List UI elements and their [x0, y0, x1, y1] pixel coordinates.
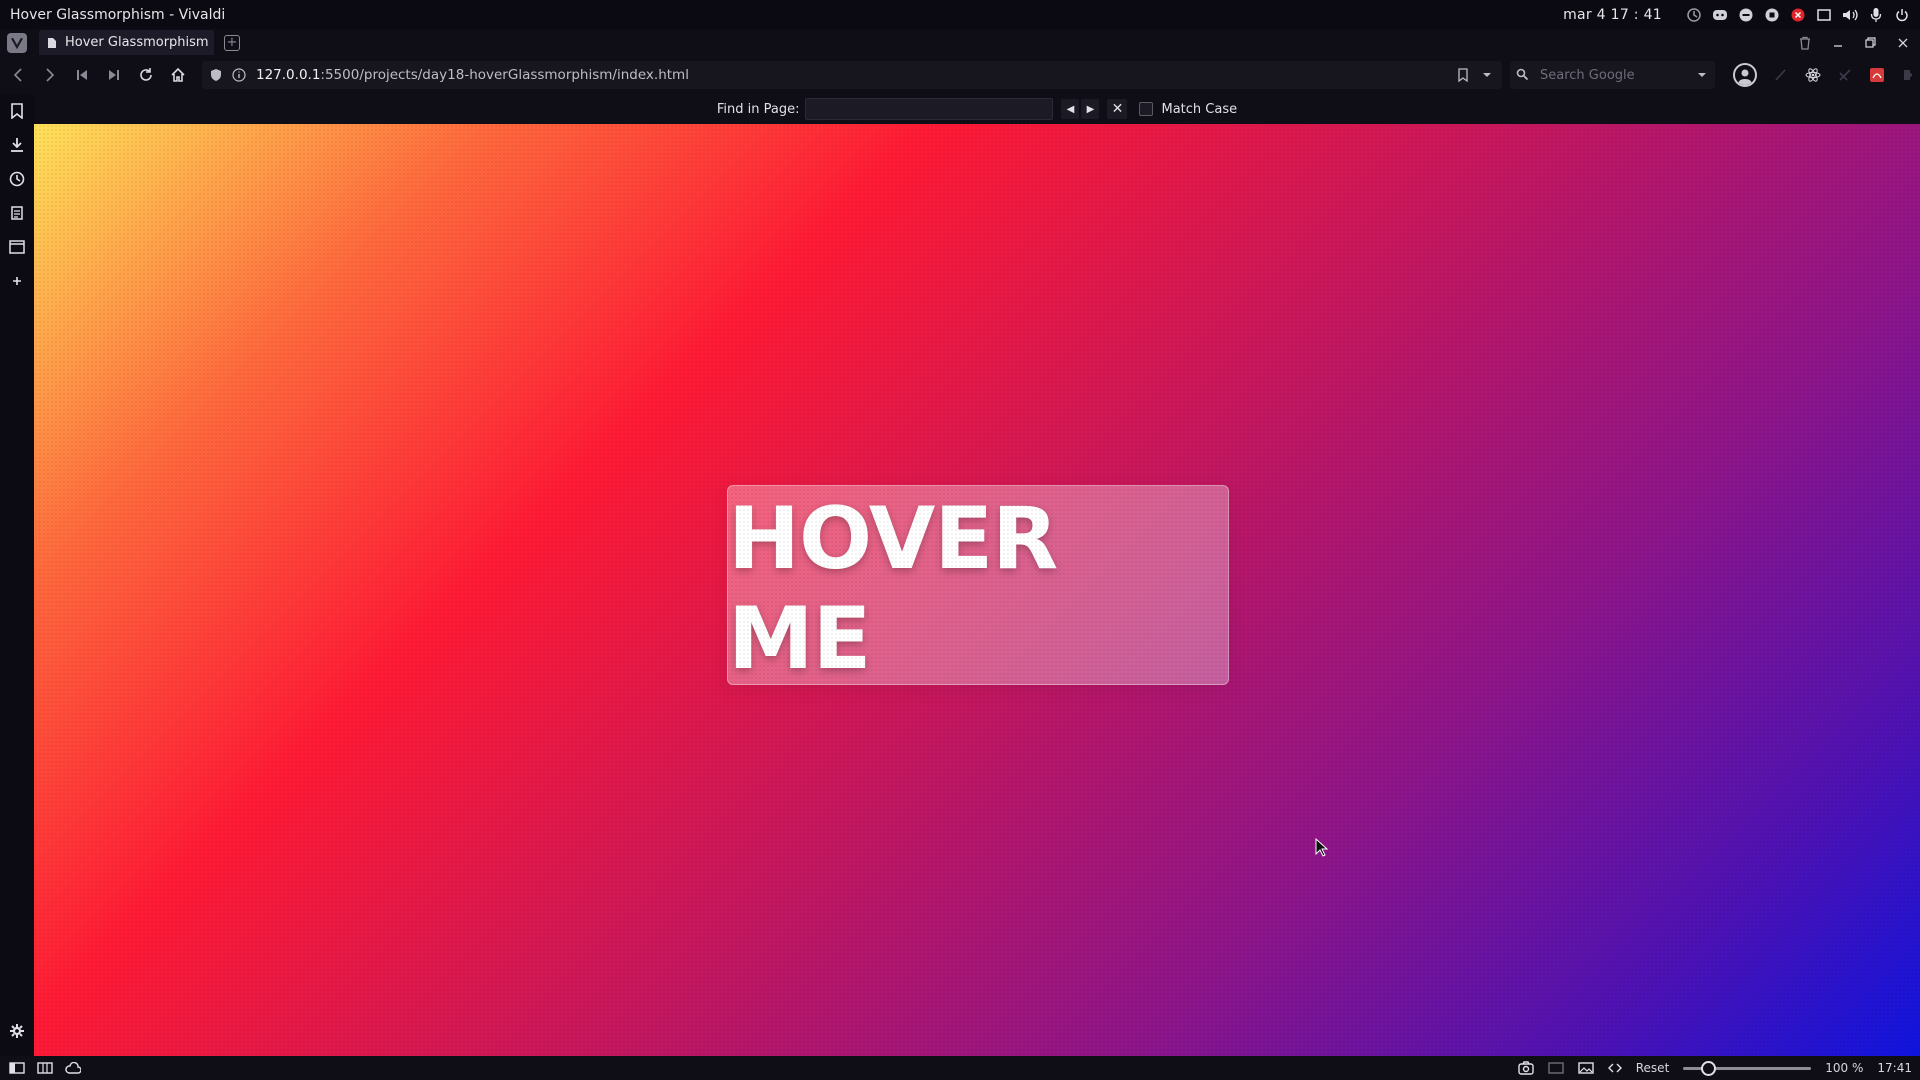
find-input[interactable] — [805, 98, 1054, 120]
tab-bar: Hover Glassmorphism + — [0, 29, 1920, 56]
os-top-bar: Hover Glassmorphism - Vivaldi mar 4 17 :… — [0, 0, 1920, 29]
zoom-slider[interactable] — [1683, 1060, 1812, 1076]
find-next-button[interactable]: ▶ — [1081, 99, 1100, 119]
search-input[interactable]: Search Google — [1540, 68, 1689, 83]
shield-icon[interactable] — [210, 68, 222, 82]
notes-icon[interactable] — [0, 196, 34, 230]
url-field[interactable]: 127.0.0.1:5500/projects/day18-hoverGlass… — [202, 61, 1502, 89]
zoom-reset-button[interactable]: Reset — [1636, 1061, 1670, 1075]
restore-icon[interactable] — [1865, 37, 1876, 48]
url-text[interactable]: 127.0.0.1:5500/projects/day18-hoverGlass… — [256, 67, 689, 83]
match-case-label[interactable]: Match Case — [1161, 102, 1237, 117]
toggle-panel-icon[interactable] — [9, 1062, 25, 1074]
chevron-down-icon[interactable] — [1482, 72, 1492, 78]
browser-window: Hover Glassmorphism - Vivaldi mar 4 17 :… — [0, 0, 1920, 1080]
status-clock: 17:41 — [1877, 1061, 1912, 1075]
window-panel-icon[interactable] — [0, 230, 34, 264]
url-path: :5500/projects/day18-hoverGlassmorphism/… — [320, 67, 689, 83]
react-devtools-icon[interactable] — [1805, 67, 1821, 83]
add-panel-icon[interactable] — [0, 264, 34, 298]
power-icon[interactable] — [1894, 7, 1910, 23]
mouse-cursor-icon — [1315, 838, 1329, 858]
tools-icon[interactable] — [1837, 67, 1853, 83]
hover-me-button[interactable]: HOVER ME — [727, 485, 1229, 689]
search-dropdown-icon[interactable] — [1697, 72, 1707, 78]
trash-icon[interactable] — [1799, 36, 1811, 50]
window-title: Hover Glassmorphism - Vivaldi — [10, 6, 226, 23]
page-actions-icon[interactable] — [1607, 1063, 1622, 1073]
rewind-button[interactable] — [68, 61, 96, 89]
close-icon[interactable] — [1898, 38, 1908, 48]
search-field[interactable]: Search Google — [1510, 61, 1715, 89]
find-in-page-bar: Find in Page: ◀ ▶ ✕ Match Case — [34, 94, 1920, 124]
find-label: Find in Page: — [716, 101, 800, 117]
new-tab-icon[interactable]: + — [224, 34, 240, 51]
volume-icon[interactable] — [1842, 7, 1858, 23]
status-bar: Reset 100 % 17:41 — [0, 1056, 1920, 1080]
pdf-extension-icon[interactable] — [1869, 67, 1885, 83]
zoom-slider-handle[interactable] — [1701, 1060, 1717, 1076]
discord-icon[interactable] — [1712, 7, 1728, 23]
find-close-button[interactable]: ✕ — [1107, 99, 1128, 119]
extensions-menu-icon[interactable] — [1901, 67, 1917, 83]
page-icon — [48, 37, 56, 48]
site-info-icon[interactable] — [232, 68, 246, 82]
extension-icon[interactable] — [1773, 67, 1789, 83]
downloads-icon[interactable] — [0, 128, 34, 162]
minimize-icon[interactable] — [1833, 38, 1843, 48]
minimize-circle-icon[interactable] — [1738, 7, 1754, 23]
search-engine-icon[interactable] — [1516, 68, 1532, 82]
find-previous-button[interactable]: ◀ — [1061, 99, 1080, 119]
images-toggle-icon[interactable] — [1578, 1062, 1594, 1074]
home-button[interactable] — [164, 61, 192, 89]
match-case-checkbox[interactable] — [1139, 102, 1154, 116]
record-icon[interactable] — [1764, 7, 1780, 23]
capture-icon[interactable] — [1518, 1061, 1534, 1075]
profile-avatar[interactable] — [1733, 63, 1757, 87]
close-circle-icon[interactable] — [1790, 7, 1806, 23]
url-host: 127.0.0.1 — [256, 67, 321, 83]
tab-label: Hover Glassmorphism — [65, 35, 209, 50]
forward-button[interactable] — [36, 61, 64, 89]
window-icon[interactable] — [1816, 7, 1832, 23]
tab-hover-glassmorphism[interactable]: Hover Glassmorphism — [39, 30, 214, 55]
address-toolbar: 127.0.0.1:5500/projects/day18-hoverGlass… — [0, 56, 1920, 94]
system-clock[interactable]: mar 4 17 : 41 — [1563, 7, 1662, 23]
side-panel — [0, 94, 34, 1056]
back-button[interactable] — [4, 61, 32, 89]
fast-forward-button[interactable] — [100, 61, 128, 89]
bookmark-icon[interactable] — [1458, 68, 1468, 82]
settings-icon[interactable] — [0, 1014, 34, 1048]
update-icon[interactable] — [1686, 7, 1702, 23]
reload-button[interactable] — [132, 61, 160, 89]
page-viewport: HOVER ME — [34, 124, 1920, 1056]
zoom-level: 100 % — [1825, 1061, 1864, 1075]
history-icon[interactable] — [0, 162, 34, 196]
page-tiling-icon[interactable] — [1548, 1062, 1564, 1074]
hover-me-label: HOVER ME — [728, 489, 1058, 689]
sync-cloud-icon[interactable] — [65, 1062, 81, 1074]
vivaldi-menu-icon[interactable] — [7, 32, 27, 53]
microphone-icon[interactable] — [1868, 7, 1884, 23]
tile-tabs-icon[interactable] — [37, 1062, 53, 1074]
bookmarks-icon[interactable] — [0, 94, 34, 128]
